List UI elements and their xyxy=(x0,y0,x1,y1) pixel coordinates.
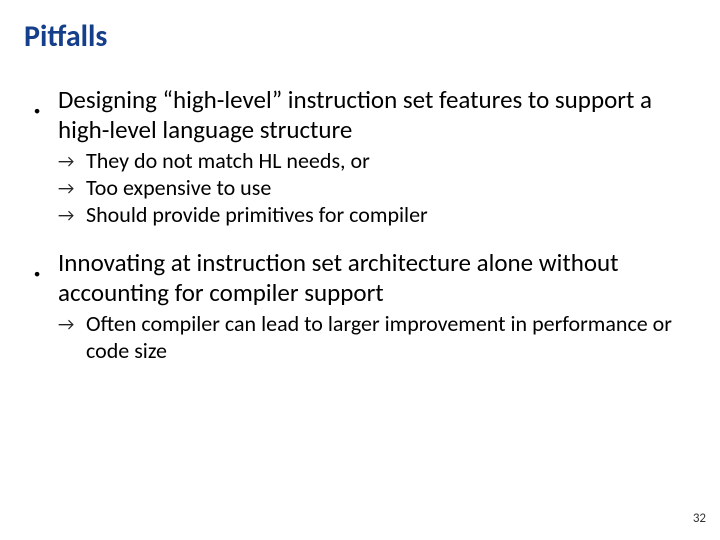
sub-text: Often compiler can lead to larger improv… xyxy=(86,310,672,364)
arrow-icon: → xyxy=(58,151,74,173)
sub-text: Should provide primitives for compiler xyxy=(86,201,428,228)
slide-title: Pitfalls xyxy=(24,18,696,55)
slide: Pitfalls Designing “high-level” instruct… xyxy=(0,0,720,540)
bullet-text: Designing “high-level” instruction set f… xyxy=(58,84,652,145)
sub-item: → Often compiler can lead to larger impro… xyxy=(58,311,696,365)
arrow-icon: → xyxy=(58,205,74,227)
bullet-list: Designing “high-level” instruction set f… xyxy=(24,85,696,365)
list-item: Designing “high-level” instruction set f… xyxy=(24,85,696,228)
sub-list: → They do not match HL needs, or → Too exp… xyxy=(58,148,696,228)
sub-item: → Too expensive to use xyxy=(58,175,696,202)
bullet-text: Innovating at instruction set architectu… xyxy=(58,247,619,308)
list-item: Innovating at instruction set architectu… xyxy=(24,248,696,365)
sub-item: → They do not match HL needs, or xyxy=(58,148,696,175)
sub-item: → Should provide primitives for compiler xyxy=(58,202,696,229)
sub-text: Too expensive to use xyxy=(86,174,271,201)
sub-list: → Often compiler can lead to larger impro… xyxy=(58,311,696,365)
page-number: 32 xyxy=(693,511,706,526)
arrow-icon: → xyxy=(58,314,74,336)
sub-text: They do not match HL needs, or xyxy=(86,147,370,174)
arrow-icon: → xyxy=(58,178,74,200)
